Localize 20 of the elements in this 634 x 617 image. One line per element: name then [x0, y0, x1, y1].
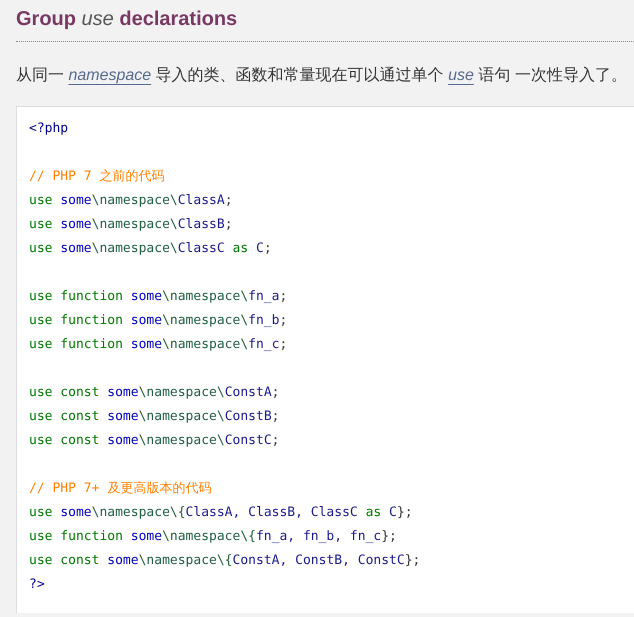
code-line: use function some\namespace\fn_a;: [29, 288, 288, 306]
code-line: use const some\namespace\ConstA;: [29, 384, 280, 402]
code-line: use const some\namespace\ConstC;: [29, 432, 280, 450]
description-text: 从同一 namespace 导入的类、函数和常量现在可以通过单个 use 语句 一次性导入了。: [16, 66, 628, 86]
code-line: use const some\namespace\{ConstA, ConstB, ConstC};: [29, 552, 420, 570]
code-line: // PHP 7+ 及更高版本的代码: [29, 480, 212, 498]
code-line: <?php: [29, 120, 68, 138]
code-line: // PHP 7 之前的代码: [29, 168, 164, 186]
code-line: use some\namespace\ClassC as C;: [29, 240, 272, 258]
keyword-link[interactable]: use: [448, 67, 474, 84]
code-line: ?>: [29, 576, 45, 594]
code-line: use function some\namespace\fn_b;: [29, 312, 288, 330]
code-line: use function some\namespace\fn_c;: [29, 336, 288, 354]
code-line: use some\namespace\ClassA;: [29, 192, 233, 210]
keyword-link[interactable]: namespace: [68, 67, 152, 84]
code-line: use some\namespace\{ClassA, ClassB, ClassC as C};: [29, 504, 413, 522]
code-line: use some\namespace\ClassB;: [29, 216, 233, 234]
code-line: use function some\namespace\{fn_a, fn_b, fn_c};: [29, 528, 397, 546]
code-line: use const some\namespace\ConstB;: [29, 408, 280, 426]
section-heading: Group use declarations: [16, 6, 634, 42]
